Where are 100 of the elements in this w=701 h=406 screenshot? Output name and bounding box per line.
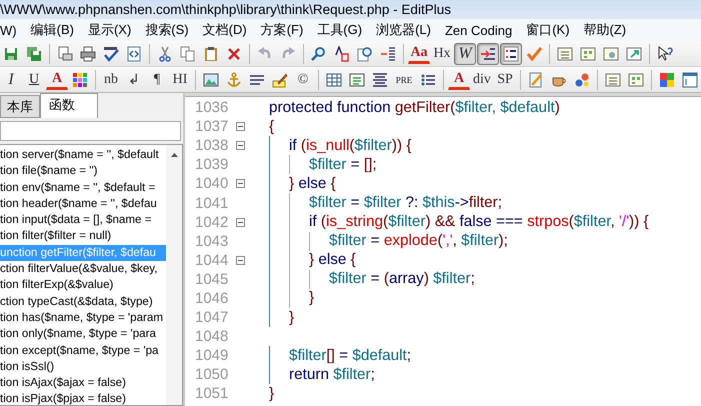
function-list-item[interactable]: tion filter($filter = null)	[0, 228, 166, 245]
form-icon[interactable]	[349, 72, 365, 88]
function-list-item[interactable]: tion isSsl()	[0, 358, 166, 376]
format-button[interactable]: nb	[100, 68, 122, 90]
code-line: if (is_string($filter) && false === strpos($filter, '/')) {	[309, 213, 649, 232]
line-number: 1045	[194, 270, 230, 288]
line-number: 1048	[194, 328, 230, 346]
printer-icon[interactable]	[80, 46, 96, 62]
menu-item[interactable]: W)	[0, 22, 25, 38]
find-in-files-icon[interactable]	[357, 46, 373, 62]
collapse-icon[interactable]	[236, 256, 245, 265]
code-line: $filter[] = $default;	[289, 346, 412, 365]
format-button[interactable]: ↲	[123, 68, 145, 90]
menu-item[interactable]: 帮助(Z)	[578, 21, 634, 39]
format-button[interactable]: ¶	[146, 68, 168, 90]
menu-item[interactable]: 窗口(K)	[520, 21, 578, 39]
color-squares-icon[interactable]	[659, 72, 675, 88]
line-number: 1036	[194, 99, 230, 116]
function-list-item[interactable]: tion file($name = '')	[0, 163, 166, 180]
code-line: {	[269, 118, 274, 136]
code-line: }	[309, 289, 314, 308]
help-pointer-icon[interactable]	[657, 46, 673, 62]
function-list-item[interactable]: tion only($name, $type = 'para	[0, 326, 166, 343]
save-all-icon[interactable]	[26, 46, 42, 62]
table-icon[interactable]	[326, 72, 342, 88]
line-number: 1037	[194, 118, 230, 136]
list-window-icon[interactable]	[605, 72, 621, 88]
go-to-line-icon[interactable]	[380, 46, 396, 62]
menu-item[interactable]: 搜索(S)	[139, 21, 197, 39]
window-icon[interactable]	[682, 72, 698, 88]
function-list-item[interactable]: tion server($name = '', $default	[0, 147, 166, 164]
checkmark-icon[interactable]	[526, 46, 542, 62]
format-button[interactable]: div	[471, 68, 493, 90]
menu-item[interactable]: 编辑(B)	[24, 21, 82, 39]
menu-item[interactable]: 浏览器(L)	[370, 21, 439, 39]
browser-window-icon[interactable]	[603, 46, 619, 62]
font-color-button[interactable]: A	[448, 70, 470, 90]
save-icon[interactable]	[3, 46, 19, 62]
function-list-item[interactable]: tion header($name = '', $defau	[0, 196, 166, 212]
print-preview-icon[interactable]	[57, 46, 73, 62]
code-line: }	[269, 384, 274, 403]
line-number: 1049	[194, 347, 230, 364]
format-button[interactable]: HI	[169, 68, 191, 90]
scissors-icon[interactable]	[157, 46, 173, 62]
code-line: protected function getFilter($filter, $default)	[269, 98, 560, 117]
grid-window-icon[interactable]	[628, 72, 644, 88]
function-list-item[interactable]: tion filterExp(&$value)	[0, 277, 166, 294]
line-number: 1051	[194, 385, 230, 402]
function-list-item[interactable]: tion env($name = '', $default =	[0, 180, 166, 196]
collapse-icon[interactable]	[236, 218, 245, 227]
delete-icon[interactable]	[226, 46, 242, 62]
menu-item[interactable]: Zen Coding	[438, 22, 520, 38]
line-number: 1041	[194, 194, 230, 212]
function-list-item[interactable]: ction filterValue(&$value, $key,	[0, 261, 166, 278]
format-button[interactable]: SP	[494, 68, 516, 90]
filter-field[interactable]	[0, 121, 181, 141]
panel-tab[interactable]: 本库	[0, 95, 40, 118]
function-list-item[interactable]: tion isAjax($ajax = false)	[0, 375, 166, 392]
line-number: 1046	[194, 290, 230, 307]
anchor-icon[interactable]	[226, 72, 242, 88]
search-icon[interactable]	[311, 46, 327, 62]
preformat-button[interactable]: PRE	[392, 68, 416, 90]
font-color-button[interactable]: Aa	[408, 44, 430, 64]
clipboard-icon[interactable]	[203, 46, 219, 62]
menu-item[interactable]: 显示(X)	[82, 21, 140, 39]
code-page-icon[interactable]	[126, 46, 142, 62]
function-list-item[interactable]: tion input($data = [], $name =	[0, 212, 166, 228]
window-title: \WWW\www.phpnanshen.com\thinkphp\library\think\Request.php - EditPlus	[0, 2, 451, 17]
pencil-icon[interactable]	[272, 72, 288, 88]
function-list-item[interactable]: tion has($name, $type = 'param	[0, 310, 166, 326]
italic-button[interactable]: W	[454, 42, 476, 64]
picture-icon[interactable]	[203, 72, 219, 88]
notepad-icon[interactable]	[528, 72, 544, 88]
format-button[interactable]: ©	[292, 68, 314, 90]
italic-button[interactable]: I	[0, 68, 22, 90]
copy-icon[interactable]	[180, 46, 196, 62]
export-window-icon[interactable]	[626, 46, 642, 62]
function-list-item[interactable]: tion except($name, $type = 'pa	[0, 342, 166, 359]
format-button[interactable]: Hx	[431, 42, 453, 64]
menu-item[interactable]: 工具(G)	[311, 21, 370, 39]
spellcheck-icon[interactable]	[103, 46, 119, 62]
menu-item[interactable]: 方案(F)	[254, 21, 312, 39]
grid-window-icon[interactable]	[580, 46, 596, 62]
font-color-button[interactable]: A	[46, 70, 68, 90]
scrollbar[interactable]	[166, 145, 182, 405]
align-lines-icon[interactable]	[372, 72, 388, 88]
function-list-item[interactable]: ction typeCast(&$data, $type)	[0, 294, 166, 310]
function-list-item[interactable]: tion isPjax($pjax = false)	[0, 391, 166, 405]
panel-tab[interactable]: 函数	[40, 93, 98, 118]
menu-item[interactable]: 文档(D)	[196, 21, 255, 39]
collapse-icon[interactable]	[236, 122, 245, 132]
collapse-icon[interactable]	[236, 141, 245, 150]
line-number: 1050	[194, 366, 230, 384]
scroll-up-icon[interactable]	[170, 153, 178, 157]
collapse-icon[interactable]	[236, 179, 245, 188]
list-window-icon[interactable]	[557, 46, 573, 62]
line-number: 1038	[194, 137, 230, 154]
color-palette-icon[interactable]	[72, 72, 88, 88]
bulleted-list-icon[interactable]	[420, 72, 436, 88]
underline-button[interactable]: U	[23, 68, 45, 90]
